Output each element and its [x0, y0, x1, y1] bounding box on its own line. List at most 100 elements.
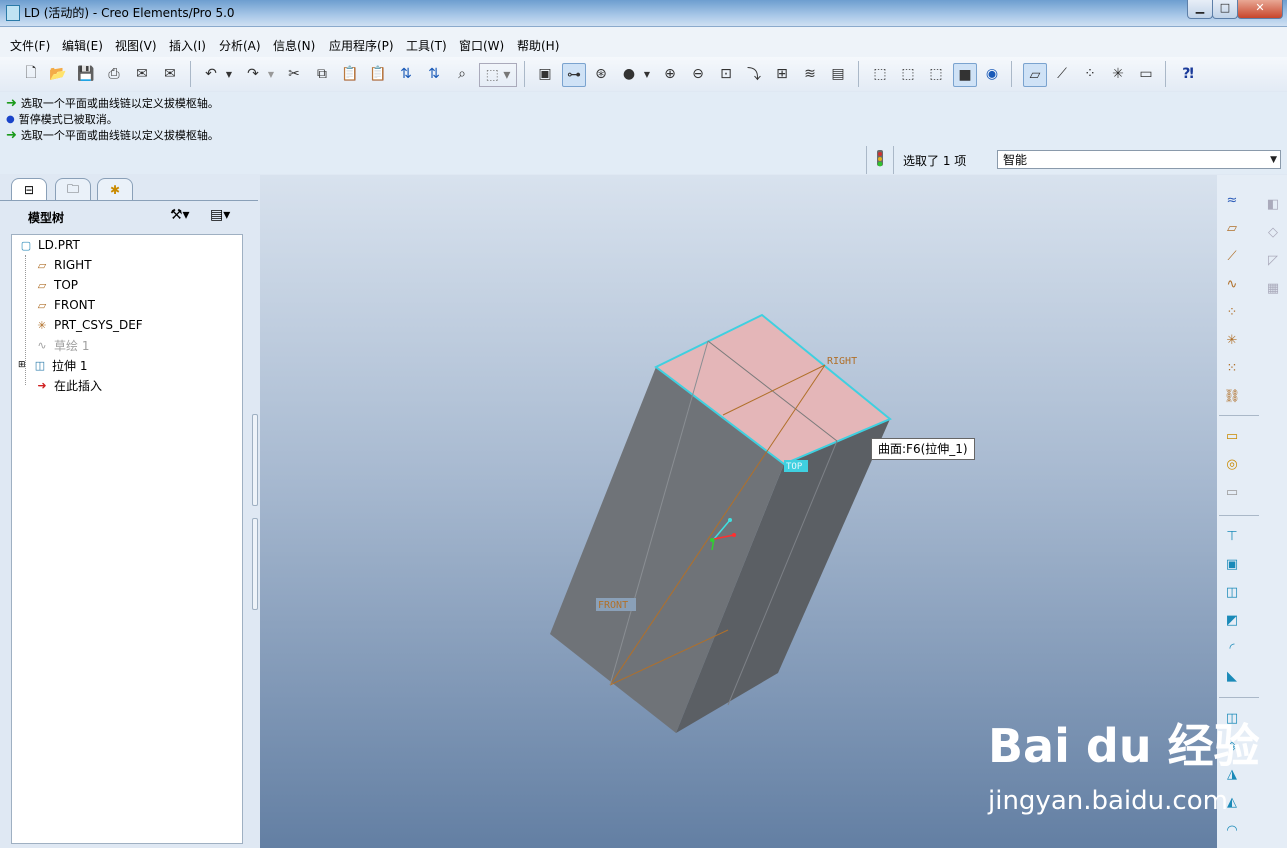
disabled-sketch-icon[interactable]: ▭	[1221, 481, 1243, 503]
chain-tool-icon[interactable]: ⛓	[1221, 385, 1243, 407]
tree-item-csys[interactable]: ✳ PRT_CSYS_DEF	[34, 315, 142, 335]
tree-columns-icon[interactable]: ▤▾	[210, 207, 230, 223]
folder-browser-icon: 🗀	[66, 181, 79, 196]
tab-model-tree[interactable]: ⊟	[11, 178, 47, 201]
expand-icon[interactable]: ⊞	[18, 360, 28, 370]
copy-icon[interactable]: ⧉	[311, 63, 333, 85]
rib-tool-icon[interactable]: ◫	[1221, 581, 1243, 603]
send-attachment-icon[interactable]: ✉	[159, 63, 181, 85]
view-manager-icon[interactable]: ▤	[827, 63, 849, 85]
refit-icon[interactable]: ⊡	[715, 63, 737, 85]
trim-tool-icon[interactable]: ◸	[1262, 249, 1284, 271]
round-tool-icon[interactable]: ◜	[1221, 637, 1243, 659]
tree-settings-icon[interactable]: ⚒▾	[170, 207, 190, 223]
send-mail-icon[interactable]: ✉	[131, 63, 153, 85]
pattern-tool-icon[interactable]: ▦	[1262, 277, 1284, 299]
csys-tool-icon[interactable]: ✳	[1221, 329, 1243, 351]
datum-planes-toggle-icon[interactable]: ▱	[1023, 63, 1047, 87]
mirror-tool-icon[interactable]: ◧	[1262, 193, 1284, 215]
tab-folder-browser[interactable]: 🗀	[55, 178, 91, 201]
analysis-tool-icon[interactable]: ⁙	[1221, 357, 1243, 379]
menu-info[interactable]: 信息(N)	[273, 37, 315, 54]
menu-tools[interactable]: 工具(T)	[406, 37, 447, 54]
find-icon[interactable]: ⌕	[451, 63, 473, 85]
sketcher-datum-icon[interactable]: ≈	[1221, 189, 1243, 211]
traffic-light-icon[interactable]	[873, 150, 887, 170]
surface-tooltip: 曲面:F6(拉伸_1)	[871, 438, 975, 460]
menu-view[interactable]: 视图(V)	[115, 37, 157, 54]
tree-item-sketch[interactable]: ∿ 草绘 1	[34, 335, 89, 355]
selection-count: 选取了 1 项	[903, 154, 967, 168]
cut-icon[interactable]: ✂	[283, 63, 305, 85]
tab-favorites[interactable]: ✱	[97, 178, 133, 201]
datum-points-toggle-icon[interactable]: ⁘	[1079, 63, 1101, 85]
redo-icon[interactable]: ↷	[242, 63, 264, 85]
no-hidden-icon[interactable]: ⬚	[925, 63, 947, 85]
menu-insert[interactable]: 插入(I)	[169, 37, 206, 54]
selection-box-icon[interactable]: ⬚ ▾	[479, 63, 517, 87]
reorient-icon[interactable]: ⤵	[743, 63, 765, 85]
shell-tool-icon[interactable]: ▣	[1221, 553, 1243, 575]
menu-applications[interactable]: 应用程序(P)	[329, 37, 394, 54]
datum-point-tool-icon[interactable]: ⁘	[1221, 301, 1243, 323]
chamfer-tool-icon[interactable]: ◣	[1221, 665, 1243, 687]
hole-tool-icon[interactable]: ⊤	[1221, 525, 1243, 547]
favorites-icon: ✱	[109, 183, 121, 197]
datum-plane-tool-icon[interactable]: ▱	[1221, 217, 1243, 239]
open-folder-icon[interactable]: 📂	[47, 63, 69, 85]
minimize-button[interactable]: ▁	[1187, 0, 1213, 19]
regenerate-icon[interactable]: ⇅	[395, 63, 417, 85]
redo-dropdown-icon[interactable]: ▼	[265, 63, 277, 85]
menu-analysis[interactable]: 分析(A)	[219, 37, 261, 54]
wireframe-icon[interactable]: ⬚	[869, 63, 891, 85]
tree-item-front[interactable]: ▱ FRONT	[34, 295, 95, 315]
menu-window[interactable]: 窗口(W)	[459, 37, 504, 54]
rotated-sketch-icon[interactable]: ◎	[1221, 453, 1243, 475]
merge-tool-icon[interactable]: ◇	[1262, 221, 1284, 243]
repaint-icon[interactable]: ▣	[534, 63, 556, 85]
menu-help[interactable]: 帮助(H)	[517, 37, 559, 54]
save-icon[interactable]: 💾	[75, 63, 97, 85]
regenerate-manager-icon[interactable]: ⇅	[423, 63, 445, 85]
datum-axes-toggle-icon[interactable]: ⟋	[1051, 63, 1073, 85]
hidden-line-icon[interactable]: ⬚	[897, 63, 919, 85]
datum-curve-tool-icon[interactable]: ∿	[1221, 273, 1243, 295]
datum-label-front: FRONT	[598, 600, 628, 611]
menu-file[interactable]: 文件(F)	[10, 37, 50, 54]
enhanced-realism-icon[interactable]: ◉	[981, 63, 1003, 85]
tree-item-part[interactable]: ▢ LD.PRT	[18, 235, 80, 255]
saved-views-icon[interactable]: ⊞	[771, 63, 793, 85]
spin-center-icon[interactable]: ⊶	[562, 63, 586, 87]
maximize-button[interactable]: □	[1212, 0, 1238, 19]
menu-edit[interactable]: 编辑(E)	[62, 37, 103, 54]
selection-filter-select[interactable]: 智能 ▼	[997, 150, 1281, 169]
csys-icon: ✳	[37, 318, 47, 332]
message-area: ➜ 选取一个平面或曲线链以定义拔模枢轴。 ● 暂停模式已被取消。 ➜ 选取一个平…	[0, 92, 1287, 146]
appearance-dropdown-icon[interactable]: ▼	[641, 63, 653, 85]
draft-tool-icon[interactable]: ◩	[1221, 609, 1243, 631]
datum-plane-icon: ▱	[37, 278, 47, 292]
paste-special-icon[interactable]: 📋	[367, 63, 389, 85]
paste-icon[interactable]: 📋	[339, 63, 361, 85]
tree-item-right[interactable]: ▱ RIGHT	[34, 255, 92, 275]
annotation-toggle-icon[interactable]: ▭	[1135, 63, 1157, 85]
new-file-icon[interactable]: 🗋	[20, 63, 42, 85]
zoom-out-icon[interactable]: ⊖	[687, 63, 709, 85]
datum-axis-tool-icon[interactable]: ⟋	[1221, 245, 1243, 267]
panel-splitter[interactable]	[250, 414, 258, 610]
tree-item-extrude[interactable]: ⊞ ◫ 拉伸 1	[18, 355, 87, 375]
tree-item-insert-here[interactable]: ➜ 在此插入	[34, 375, 102, 395]
sketch-tool-icon[interactable]: ▭	[1221, 425, 1243, 447]
csys-toggle-icon[interactable]: ✳	[1107, 63, 1129, 85]
undo-dropdown-icon[interactable]: ▼	[223, 63, 235, 85]
zoom-in-icon[interactable]: ⊕	[659, 63, 681, 85]
layers-icon[interactable]: ≋	[799, 63, 821, 85]
appearance-gallery-icon[interactable]: ●	[618, 63, 640, 85]
shading-icon[interactable]: ■	[953, 63, 977, 87]
print-icon[interactable]: ⎙	[103, 63, 125, 85]
tree-item-top[interactable]: ▱ TOP	[34, 275, 78, 295]
undo-icon[interactable]: ↶	[200, 63, 222, 85]
context-help-icon[interactable]: ⁈	[1177, 63, 1199, 85]
close-button[interactable]: ✕	[1237, 0, 1283, 19]
orient-mode-icon[interactable]: ⊛	[590, 63, 612, 85]
